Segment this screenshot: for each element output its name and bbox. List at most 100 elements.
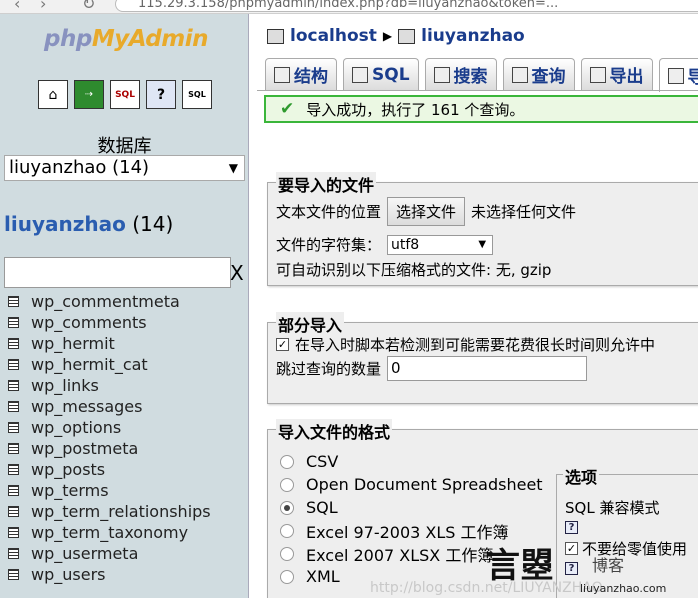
table-list-item[interactable]: wp_hermit_cat (8, 354, 211, 375)
tab-search[interactable]: 搜索 (424, 58, 497, 90)
table-name[interactable]: wp_commentmeta (31, 292, 180, 311)
sql-docs-icon[interactable]: SQL (182, 80, 212, 109)
format-radio[interactable] (280, 454, 294, 469)
allow-interrupt-checkbox[interactable]: ✓ (276, 338, 289, 351)
search-icon (433, 66, 450, 83)
table-icon[interactable] (8, 296, 19, 307)
table-name[interactable]: wp_users (31, 565, 105, 584)
compression-note: 可自动识别以下压缩格式的文件: 无, gzip (276, 261, 552, 279)
table-name[interactable]: wp_term_taxonomy (31, 523, 188, 542)
charset-row: 文件的字符集： utf8 ▼ (276, 234, 494, 255)
table-filter-input[interactable] (4, 257, 231, 288)
table-list-item[interactable]: wp_users (8, 564, 211, 585)
home-icon[interactable]: ⌂ (38, 80, 68, 109)
table-name[interactable]: wp_postmeta (31, 439, 138, 458)
table-list-item[interactable]: wp_postmeta (8, 438, 211, 459)
table-list-item[interactable]: wp_hermit (8, 333, 211, 354)
format-radio[interactable] (280, 546, 294, 561)
exit-icon[interactable]: ⇢ (74, 80, 104, 109)
watermark-site: liuyanzhao.com (580, 582, 667, 595)
format-radio[interactable] (280, 500, 294, 515)
table-list-item[interactable]: wp_terms (8, 480, 211, 501)
breadcrumb-database[interactable]: liuyanzhao (421, 26, 525, 46)
table-icon[interactable] (8, 359, 19, 370)
help-icon[interactable]: ? (565, 521, 578, 534)
import-file-legend: 要导入的文件 (276, 172, 377, 196)
format-option[interactable]: CSV (280, 450, 543, 473)
tab-bar: 结构 SQL 搜索 查询 导出 导入 (265, 58, 698, 92)
table-icon[interactable] (8, 401, 19, 412)
skip-queries-input[interactable]: 0 (387, 356, 588, 381)
format-radio[interactable] (280, 569, 294, 584)
tab-structure[interactable]: 结构 (265, 58, 337, 90)
format-option[interactable]: SQL (280, 496, 543, 519)
table-icon[interactable] (8, 338, 19, 349)
phpmyadmin-logo[interactable]: phpMyAdmin (44, 26, 208, 52)
chevron-down-icon: ▼ (228, 161, 238, 175)
table-icon[interactable] (8, 380, 19, 391)
checkmark-icon: ✔ (280, 99, 295, 119)
table-list-item[interactable]: wp_messages (8, 396, 211, 417)
help-icon[interactable]: ? (146, 80, 176, 109)
table-icon[interactable] (8, 506, 19, 517)
table-list-item[interactable]: wp_links (8, 375, 211, 396)
database-select[interactable]: liuyanzhao (14) ▼ (4, 155, 245, 181)
sql-icon[interactable]: SQL (110, 80, 140, 109)
address-bar[interactable]: 115.29.3.158/phpmyadmin/index.php?db=liu… (115, 0, 698, 12)
table-name[interactable]: wp_options (31, 418, 121, 437)
table-list-item[interactable]: wp_term_relationships (8, 501, 211, 522)
table-name[interactable]: wp_messages (31, 397, 142, 416)
table-name[interactable]: wp_term_relationships (31, 502, 211, 521)
tab-sql[interactable]: SQL (343, 58, 419, 90)
current-database[interactable]: liuyanzhao (14) (4, 212, 173, 236)
table-name[interactable]: wp_comments (31, 313, 147, 332)
table-icon[interactable] (8, 443, 19, 454)
charset-select[interactable]: utf8 ▼ (387, 234, 494, 255)
table-list-item[interactable]: wp_term_taxonomy (8, 522, 211, 543)
clear-filter-button[interactable]: X (230, 261, 244, 285)
partial-import-legend: 部分导入 (276, 312, 345, 336)
import-icon (667, 67, 684, 84)
table-icon[interactable] (8, 422, 19, 433)
navigation-panel: phpMyAdmin ⌂ ⇢ SQL ? SQL 数据库 liuyanzhao … (0, 14, 249, 598)
tab-query[interactable]: 查询 (502, 58, 575, 90)
table-icon[interactable] (8, 548, 19, 559)
table-icon[interactable] (8, 569, 19, 580)
table-name[interactable]: wp_posts (31, 460, 105, 479)
table-icon[interactable] (8, 485, 19, 496)
tab-import[interactable]: 导入 (658, 58, 698, 92)
table-icon[interactable] (8, 464, 19, 475)
table-icon[interactable] (8, 527, 19, 538)
breadcrumb-server[interactable]: localhost (290, 26, 377, 46)
table-list-item[interactable]: wp_posts (8, 459, 211, 480)
chevron-down-icon: ▼ (478, 238, 487, 250)
table-list-item[interactable]: wp_commentmeta (8, 291, 211, 312)
sql-compat-label: SQL 兼容模式 (565, 499, 660, 517)
table-name[interactable]: wp_hermit (31, 334, 115, 353)
reload-icon[interactable]: ↻ (82, 0, 95, 13)
table-list-item[interactable]: wp_options (8, 417, 211, 438)
format-radio[interactable] (280, 477, 294, 492)
format-legend: 导入文件的格式 (276, 419, 393, 443)
query-icon (511, 66, 528, 83)
no-auto-zero-row: ✓ 不要给零值使用 (565, 540, 688, 558)
format-option-label: CSV (306, 452, 339, 471)
table-name[interactable]: wp_terms (31, 481, 109, 500)
format-option[interactable]: Open Document Spreadsheet (280, 473, 543, 496)
table-name[interactable]: wp_links (31, 376, 99, 395)
database-icon (398, 28, 416, 44)
back-icon[interactable]: ‹ (14, 0, 20, 13)
table-list-item[interactable]: wp_usermeta (8, 543, 211, 564)
help-icon[interactable]: ? (565, 562, 578, 575)
tab-export[interactable]: 导出 (580, 58, 653, 90)
table-name[interactable]: wp_usermeta (31, 544, 138, 563)
export-icon (589, 66, 606, 83)
no-auto-zero-checkbox[interactable]: ✓ (565, 542, 578, 555)
table-name[interactable]: wp_hermit_cat (31, 355, 148, 374)
table-list-item[interactable]: wp_comments (8, 312, 211, 333)
forward-icon[interactable]: › (40, 0, 46, 13)
choose-file-button[interactable]: 选择文件 (387, 197, 466, 226)
table-icon[interactable] (8, 317, 19, 328)
format-radio[interactable] (280, 523, 294, 538)
format-option-label: Excel 97-2003 XLS 工作簿 (306, 522, 509, 542)
